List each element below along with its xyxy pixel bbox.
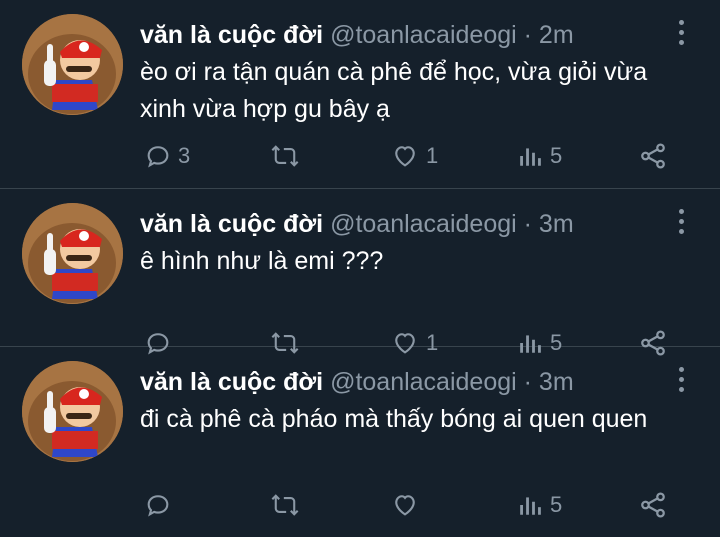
tweet-feed: văn là cuộc đời @toanlacaideogi · 2m èo … — [0, 0, 720, 537]
like-button[interactable] — [390, 485, 426, 525]
separator: · — [523, 368, 532, 396]
avatar[interactable] — [22, 203, 123, 304]
retweet-button[interactable] — [270, 485, 306, 525]
share-icon — [638, 141, 668, 171]
tweet-actions: 5 — [0, 485, 720, 525]
author-handle[interactable]: @toanlacaideogi — [330, 368, 517, 396]
avatar[interactable] — [22, 361, 123, 462]
tweet-item[interactable]: văn là cuộc đời @toanlacaideogi · 3m đi … — [0, 347, 720, 537]
tweet-item[interactable]: văn là cuộc đời @toanlacaideogi · 3m ê h… — [0, 189, 720, 356]
views-icon — [518, 491, 544, 519]
retweet-button[interactable] — [270, 136, 306, 176]
separator: · — [523, 210, 532, 238]
views-count: 5 — [550, 143, 563, 168]
share-button[interactable] — [638, 485, 668, 525]
like-button[interactable]: 1 — [390, 136, 438, 176]
author-name[interactable]: văn là cuộc đời — [140, 21, 323, 49]
tweet-text: èo ơi ra tận quán cà phê để học, vừa giỏ… — [140, 58, 648, 123]
retweet-icon — [270, 491, 300, 519]
author-name[interactable]: văn là cuộc đời — [140, 210, 323, 238]
reply-icon — [144, 491, 172, 519]
reply-count: 3 — [178, 143, 191, 168]
share-button[interactable] — [638, 136, 668, 176]
tweet-item[interactable]: văn là cuộc đời @toanlacaideogi · 2m èo … — [0, 0, 720, 189]
avatar[interactable] — [22, 14, 123, 115]
share-icon — [638, 490, 668, 520]
views-count: 5 — [550, 492, 563, 517]
views-button[interactable]: 5 — [518, 136, 562, 176]
views-button[interactable]: 5 — [518, 485, 562, 525]
reply-button[interactable]: 3 — [144, 136, 190, 176]
tweet-header: văn là cuộc đời @toanlacaideogi · 2m — [140, 17, 574, 53]
reply-icon — [144, 142, 172, 170]
author-handle[interactable]: @toanlacaideogi — [330, 21, 517, 49]
author-handle[interactable]: @toanlacaideogi — [330, 210, 517, 238]
heart-icon — [390, 142, 420, 170]
retweet-icon — [270, 142, 300, 170]
tweet-header: văn là cuộc đời @toanlacaideogi · 3m — [140, 206, 574, 242]
tweet-header: văn là cuộc đời @toanlacaideogi · 3m — [140, 364, 574, 400]
views-icon — [518, 142, 544, 170]
author-name[interactable]: văn là cuộc đời — [140, 368, 323, 396]
more-icon[interactable] — [676, 20, 686, 50]
tweet-time[interactable]: 3m — [539, 210, 574, 238]
like-count: 1 — [426, 143, 439, 168]
more-icon[interactable] — [676, 367, 686, 397]
tweet-text: đi cà phê cà pháo mà thấy bóng ai quen q… — [140, 405, 648, 433]
tweet-text: ê hình như là emi ??? — [140, 247, 384, 275]
more-icon[interactable] — [676, 209, 686, 239]
tweet-time[interactable]: 2m — [539, 21, 574, 49]
reply-button[interactable] — [144, 485, 178, 525]
tweet-actions: 3 1 5 — [0, 136, 720, 176]
heart-icon — [390, 491, 420, 519]
tweet-time[interactable]: 3m — [539, 368, 574, 396]
separator: · — [523, 21, 532, 49]
